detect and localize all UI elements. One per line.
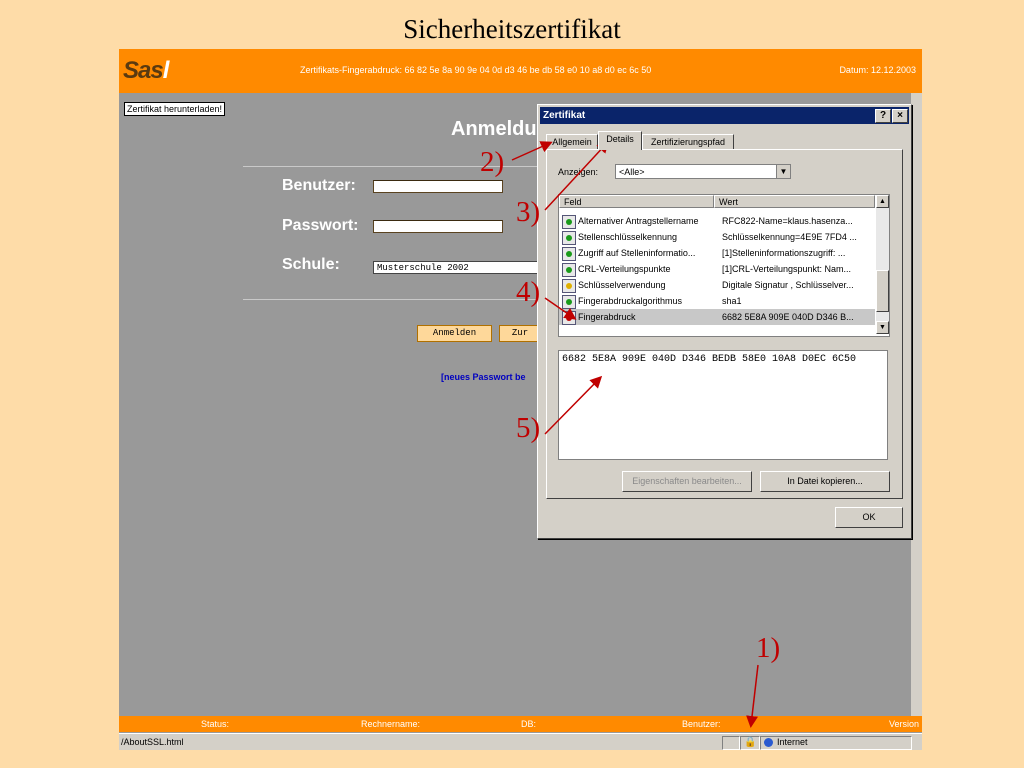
- arrow-2: [511, 141, 553, 161]
- annotation-arrows: [511, 140, 759, 728]
- arrow-5: [544, 375, 603, 435]
- arrow-4: [544, 297, 577, 320]
- tab-details[interactable]: Details: [598, 131, 642, 150]
- arrow-1: [746, 664, 759, 728]
- arrow-3: [544, 140, 610, 211]
